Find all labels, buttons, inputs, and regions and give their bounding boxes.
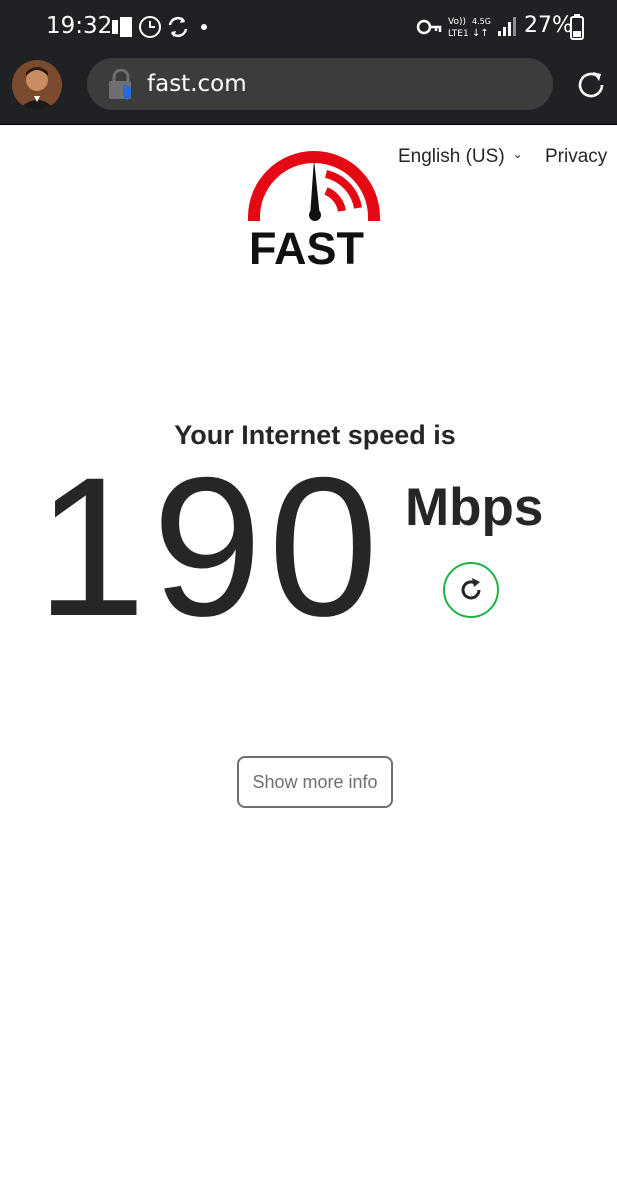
speed-unit: Mbps [405, 478, 544, 537]
svg-text:↓↑: ↓↑ [472, 28, 489, 39]
page-content: English (US) ⌄ Privacy FAST Your Internet… [0, 125, 617, 1200]
url-text[interactable]: fast.com [147, 71, 247, 97]
clock-icon [139, 16, 161, 38]
dot-icon [201, 24, 207, 30]
chevron-down-icon: ⌄ [512, 147, 523, 161]
logo-text: FAST [249, 223, 365, 274]
svg-text:LTE1: LTE1 [448, 29, 469, 39]
browser-toolbar: fast.com [0, 52, 617, 125]
cast-icon [112, 17, 132, 37]
data-arrows-icon: 4.5G ↓↑ [472, 17, 491, 39]
retest-button[interactable] [443, 562, 499, 618]
url-bar[interactable]: fast.com [87, 58, 553, 110]
status-right-icons: Vo)) LTE1 4.5G ↓↑ [416, 14, 516, 47]
battery-percent: 27% [524, 13, 573, 38]
svg-text:Vo)): Vo)) [448, 17, 466, 27]
signal-icon [498, 17, 516, 36]
status-time: 19:32 [46, 13, 113, 39]
svg-text:4.5G: 4.5G [472, 17, 491, 26]
privacy-link[interactable]: Privacy [545, 146, 607, 168]
refresh-icon [461, 578, 481, 600]
show-more-info-button[interactable]: Show more info [237, 756, 393, 808]
status-bar: 19:32 Vo)) LTE1 4.5G ↓↑ 27% [0, 0, 617, 52]
speed-value: 190 [36, 436, 385, 657]
reload-icon[interactable] [574, 68, 608, 102]
status-left-icons [112, 14, 222, 40]
language-select[interactable]: English (US) ⌄ [398, 146, 523, 168]
lock-icon[interactable] [107, 69, 135, 101]
avatar[interactable] [12, 60, 62, 110]
sync-icon [168, 16, 188, 38]
language-label: English (US) [398, 146, 505, 167]
volte-icon: Vo)) LTE1 [448, 17, 469, 39]
battery-icon [570, 14, 584, 40]
key-icon [416, 19, 442, 35]
